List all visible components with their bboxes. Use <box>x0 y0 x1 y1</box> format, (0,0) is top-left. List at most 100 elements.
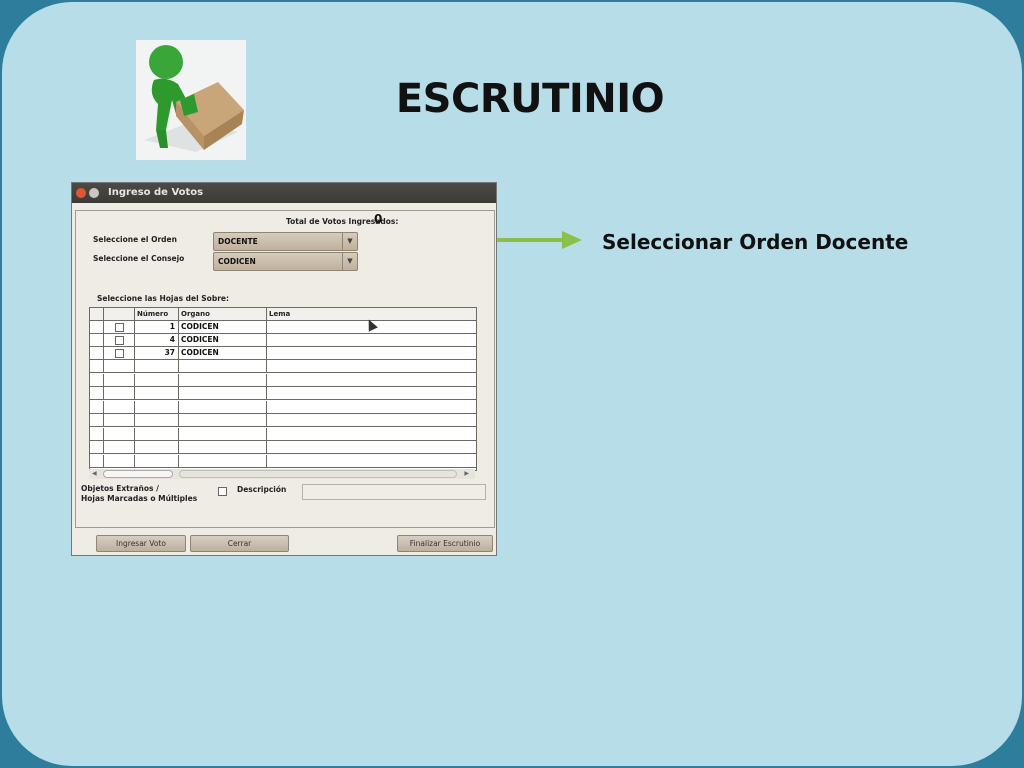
total-votos-value: 0 <box>374 212 383 226</box>
chevron-down-icon[interactable]: ▼ <box>342 253 357 270</box>
objetos-checkbox[interactable] <box>218 487 227 496</box>
empty-cell <box>179 414 267 427</box>
scroll-left-icon[interactable]: ◀ <box>92 469 97 479</box>
empty-table-row <box>90 454 476 468</box>
empty-cell <box>90 400 104 414</box>
empty-cell <box>267 374 476 387</box>
empty-cell <box>179 427 267 441</box>
empty-cell <box>267 428 476 441</box>
scrollbar-track <box>179 470 457 478</box>
close-icon[interactable] <box>76 188 86 198</box>
empty-table-row <box>90 387 476 400</box>
cerrar-button[interactable]: Cerrar <box>190 535 289 552</box>
empty-cell <box>267 414 476 427</box>
empty-cell <box>135 400 179 414</box>
column-header-organo[interactable]: Organo <box>179 308 267 321</box>
row-header <box>90 321 104 334</box>
descripcion-label: Descripción <box>237 485 287 494</box>
empty-cell <box>267 455 476 468</box>
empty-cell <box>135 441 179 454</box>
row-header <box>90 334 104 347</box>
arrow-right-icon <box>562 231 582 249</box>
ingresar-voto-button[interactable]: Ingresar Voto <box>96 535 186 552</box>
empty-table-row <box>90 441 476 454</box>
consejo-select-value: CODICEN <box>218 257 256 266</box>
descripcion-input[interactable] <box>302 484 486 500</box>
empty-cell <box>90 427 104 441</box>
orden-select[interactable]: DOCENTE ▼ <box>213 232 358 251</box>
scroll-right-icon[interactable]: ▶ <box>464 469 469 479</box>
empty-cell <box>104 360 135 373</box>
empty-cell <box>135 387 179 400</box>
checkbox-cell <box>104 334 135 347</box>
cell-numero: 1 <box>135 321 179 334</box>
logo-icon <box>136 40 246 160</box>
empty-cell <box>267 441 476 454</box>
empty-cell <box>179 387 267 400</box>
orden-select-value: DOCENTE <box>218 237 258 246</box>
empty-cell <box>90 373 104 387</box>
row-checkbox[interactable] <box>115 349 124 358</box>
horizontal-scrollbar[interactable]: ◀ ▶ <box>89 469 475 479</box>
empty-cell <box>179 400 267 414</box>
empty-cell <box>104 454 135 468</box>
consejo-label: Seleccione el Consejo <box>93 254 185 263</box>
empty-cell <box>104 441 135 454</box>
column-header-numero[interactable]: Número <box>135 308 179 321</box>
cell-organo: CODICEN <box>179 347 267 360</box>
empty-cell <box>135 373 179 387</box>
objetos-label-1: Objetos Extraños / <box>81 484 159 493</box>
callout-text: Seleccionar Orden Docente <box>602 230 909 254</box>
cell-organo: CODICEN <box>179 334 267 347</box>
slide-title: ESCRUTINIO <box>395 76 665 122</box>
row-checkbox[interactable] <box>115 336 124 345</box>
hojas-table: Número Organo Lema 1 CODICEN 4 CODICEN 3… <box>89 307 477 471</box>
finalizar-escrutinio-button[interactable]: Finalizar Escrutinio <box>397 535 493 552</box>
empty-cell <box>135 414 179 427</box>
empty-cell <box>104 373 135 387</box>
empty-cell <box>135 454 179 468</box>
minimize-icon[interactable] <box>89 188 99 198</box>
checkbox-column <box>104 308 135 321</box>
row-header-column <box>90 308 104 321</box>
table-row[interactable]: 1 CODICEN <box>90 321 476 334</box>
consejo-select[interactable]: CODICEN ▼ <box>213 252 358 271</box>
empty-table-row <box>90 427 476 441</box>
empty-cell <box>179 454 267 468</box>
empty-cell <box>104 414 135 427</box>
empty-cell <box>267 387 476 400</box>
empty-table-row <box>90 373 476 387</box>
cell-lema <box>267 347 476 360</box>
empty-table-row <box>90 400 476 414</box>
empty-cell <box>135 427 179 441</box>
empty-cell <box>90 387 104 400</box>
orden-label: Seleccione el Orden <box>93 235 177 244</box>
scrollbar-thumb[interactable] <box>103 470 173 478</box>
empty-table-row <box>90 360 476 373</box>
window-titlebar: Ingreso de Votos <box>72 183 496 203</box>
empty-cell <box>90 414 104 427</box>
table-row[interactable]: 4 CODICEN <box>90 334 476 347</box>
empty-cell <box>104 427 135 441</box>
cell-lema <box>267 334 476 347</box>
empty-cell <box>267 401 476 414</box>
row-header <box>90 347 104 360</box>
window-title: Ingreso de Votos <box>108 187 204 198</box>
empty-cell <box>179 360 267 373</box>
checkbox-cell <box>104 347 135 360</box>
empty-cell <box>104 400 135 414</box>
empty-table-row <box>90 414 476 427</box>
empty-cell <box>179 373 267 387</box>
cell-numero: 4 <box>135 334 179 347</box>
empty-cell <box>104 387 135 400</box>
empty-cell <box>90 441 104 454</box>
empty-cell <box>267 360 476 373</box>
chevron-down-icon[interactable]: ▼ <box>342 233 357 250</box>
cell-organo: CODICEN <box>179 321 267 334</box>
objetos-label-2: Hojas Marcadas o Múltiples <box>81 494 198 503</box>
empty-cell <box>90 360 104 373</box>
checkbox-cell <box>104 321 135 334</box>
empty-cell <box>90 454 104 468</box>
table-row[interactable]: 37 CODICEN <box>90 347 476 360</box>
row-checkbox[interactable] <box>115 323 124 332</box>
